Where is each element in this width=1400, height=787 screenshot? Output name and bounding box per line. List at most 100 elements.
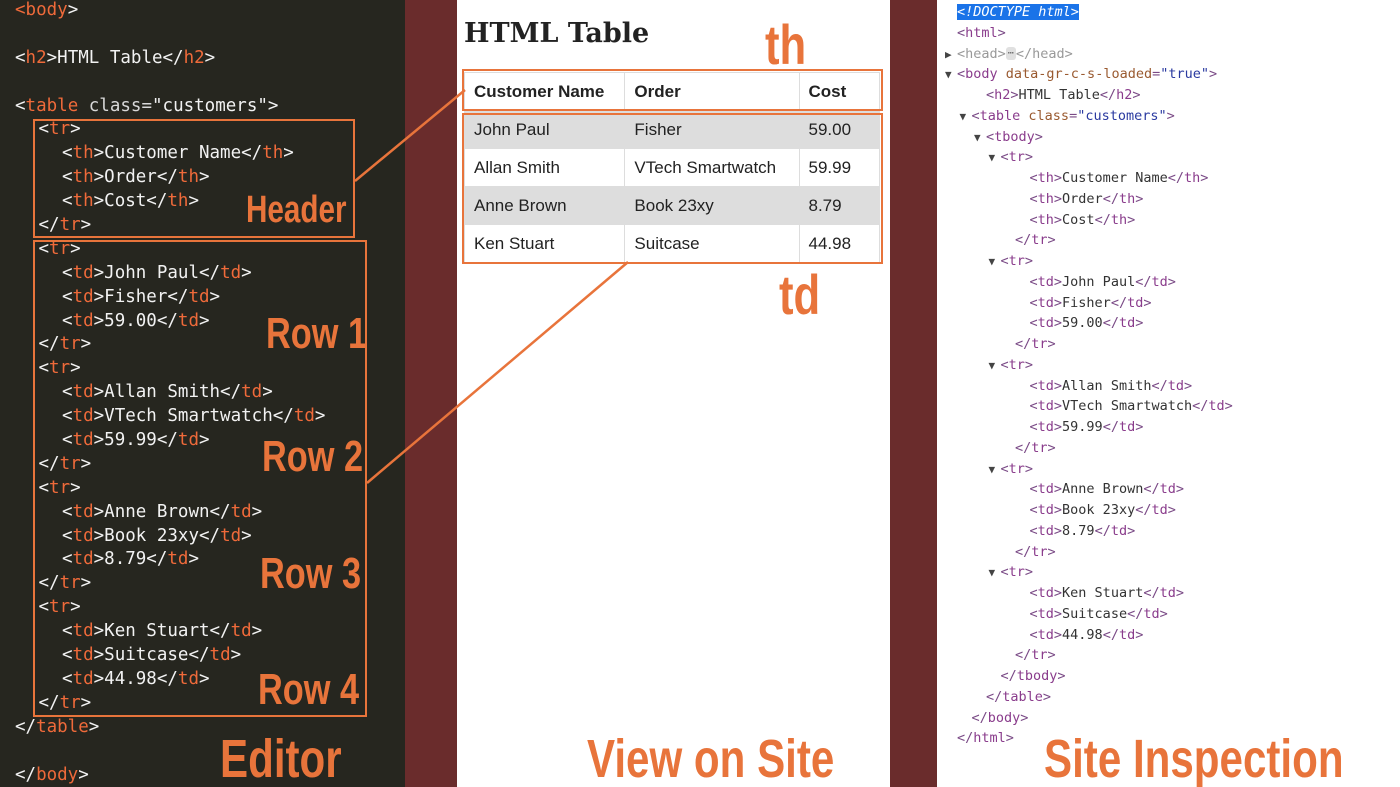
row2-label: Row 2 — [262, 432, 364, 481]
dom-token: tr — [1008, 253, 1025, 269]
dom-node-line[interactable]: ▶ <head> ⋯ </head> — [937, 44, 1400, 65]
dom-node-line[interactable]: <td>Suitcase</td> — [937, 604, 1400, 625]
dom-node-line[interactable]: </tr> — [937, 334, 1400, 355]
dom-node-line[interactable]: <html> — [937, 23, 1400, 44]
dom-node-line[interactable]: </body> — [937, 708, 1400, 729]
dom-token: = — [1069, 107, 1078, 124]
dom-node-line[interactable]: <h2>HTML Table</h2> — [937, 85, 1400, 106]
dom-node-line[interactable]: <th>Order</th> — [937, 189, 1400, 210]
ellipsis-icon[interactable]: ⋯ — [1005, 47, 1016, 60]
collapse-arrow-icon[interactable]: ▼ — [945, 65, 957, 86]
dom-node-line[interactable]: </tr> — [937, 230, 1400, 251]
node-text: <td>Ken Stuart</td> — [1030, 585, 1185, 601]
dom-node-line[interactable]: <th>Customer Name</th> — [937, 168, 1400, 189]
dom-node-line[interactable]: ▼ <tr> — [937, 251, 1400, 272]
code-line: <body> — [0, 0, 405, 23]
dom-node-line[interactable]: <!DOCTYPE html> — [937, 2, 1400, 23]
node-text: <th>Customer Name</th> — [1030, 170, 1209, 186]
dom-node-line[interactable]: <td>44.98</td> — [937, 625, 1400, 646]
dom-token: 44.98 — [1062, 626, 1103, 643]
dom-token: > — [1209, 66, 1218, 83]
dom-token: th — [1037, 211, 1054, 228]
dom-node-line[interactable]: ▼ <table class="customers"> — [937, 106, 1400, 127]
dom-token: </ — [1102, 315, 1119, 332]
expand-arrow-icon[interactable]: ▶ — [945, 45, 957, 66]
editor-panel: <body> <h2>HTML Table</h2> <table class="c… — [0, 0, 405, 787]
dom-node-line[interactable]: <td>8.79</td> — [937, 521, 1400, 542]
dom-node-line[interactable]: <td>Ken Stuart</td> — [937, 583, 1400, 604]
dom-token: 59.00 — [1062, 315, 1103, 332]
dom-token: h2 — [1116, 87, 1133, 103]
dom-token: </ — [1192, 398, 1209, 415]
dom-token: < — [1029, 273, 1038, 290]
dom-node-line[interactable]: </table> — [937, 687, 1400, 708]
collapse-arrow-icon[interactable]: ▼ — [989, 356, 1001, 377]
dom-node-line[interactable]: <td>VTech Smartwatch</td> — [937, 396, 1400, 417]
dom-node-line[interactable]: ▼ <tr> — [937, 147, 1400, 168]
dom-node-line[interactable]: </tbody> — [937, 666, 1400, 687]
dom-token: < — [1000, 564, 1009, 581]
dom-node-line[interactable]: </tr> — [937, 542, 1400, 563]
node-text: <tr> — [1001, 357, 1034, 373]
dom-token: > — [1135, 626, 1144, 643]
dom-token: body — [965, 66, 998, 83]
dom-token: Allan Smith — [1062, 377, 1152, 394]
dom-token: > — [1020, 709, 1029, 726]
collapse-arrow-icon[interactable]: ▼ — [989, 148, 1001, 169]
dom-token: < — [1029, 211, 1038, 228]
selected-node: <!DOCTYPE html> — [957, 4, 1079, 20]
code-token: table — [36, 716, 89, 737]
dom-token: > — [1010, 87, 1019, 103]
dom-token: </ — [1094, 211, 1111, 228]
dom-node-line[interactable]: <td>59.00</td> — [937, 313, 1400, 334]
dom-token: < — [1000, 356, 1009, 373]
dom-token: </ — [986, 688, 1003, 705]
collapse-arrow-icon[interactable]: ▼ — [989, 460, 1001, 481]
dom-node-line[interactable]: </tr> — [937, 438, 1400, 459]
node-text: </body> — [972, 710, 1029, 726]
dom-node-line[interactable]: ▼ <body data-gr-c-s-loaded="true"> — [937, 64, 1400, 85]
dom-token: </ — [1143, 585, 1160, 601]
dom-token: th — [1118, 190, 1136, 207]
dom-token: > — [1135, 419, 1144, 435]
dom-token: < — [1029, 170, 1038, 186]
dom-node-line[interactable]: ▼ <tr> — [937, 459, 1400, 480]
dom-node-line[interactable]: ▼ <tbody> — [937, 127, 1400, 148]
collapse-arrow-icon[interactable]: ▼ — [974, 128, 986, 149]
dom-token: > — [1024, 564, 1034, 581]
dom-node-line[interactable]: ▼ <tr> — [937, 562, 1400, 583]
dom-tree[interactable]: <!DOCTYPE html> <html> ▶ <head> ⋯ </head> ▼ <bo… — [937, 2, 1400, 749]
dom-node-line[interactable]: <td>59.99</td> — [937, 417, 1400, 438]
dom-node-line[interactable]: ▼ <tr> — [937, 355, 1400, 376]
dom-token: td — [1167, 377, 1184, 394]
dom-node-line[interactable]: <th>Cost</th> — [937, 210, 1400, 231]
dom-token: > — [1166, 107, 1175, 124]
dom-token: < — [1000, 460, 1009, 477]
dom-token: td — [1118, 315, 1136, 332]
dom-token: </ — [1015, 439, 1032, 456]
dom-token: > — [1175, 585, 1184, 601]
dom-token: < — [971, 107, 980, 124]
dom-token: Fisher — [1062, 294, 1111, 311]
dom-node-line[interactable]: <td>Allan Smith</td> — [937, 376, 1400, 397]
dom-token: > — [1127, 522, 1136, 539]
dom-node-line[interactable]: <td>Fisher</td> — [937, 293, 1400, 314]
dom-token: Cost — [1062, 211, 1095, 228]
dom-token: </ — [1127, 605, 1144, 622]
collapse-arrow-icon[interactable]: ▼ — [989, 563, 1001, 584]
dom-node-line[interactable]: <td>Anne Brown</td> — [937, 479, 1400, 500]
dom-token: > — [1053, 190, 1063, 207]
dom-token: > — [1005, 730, 1014, 747]
collapse-arrow-icon[interactable]: ▼ — [989, 252, 1001, 273]
collapse-arrow-icon[interactable]: ▼ — [960, 107, 972, 128]
dom-token: td — [1037, 294, 1054, 311]
code-token: table — [25, 95, 79, 116]
dom-node-line[interactable]: <td>John Paul</td> — [937, 272, 1400, 293]
dom-token: > — [1047, 336, 1056, 352]
code-line: <h2>HTML Table</h2> — [0, 47, 405, 71]
dom-token: td — [1037, 605, 1054, 622]
dom-node-line[interactable]: <td>Book 23xy</td> — [937, 500, 1400, 521]
dom-node-line[interactable]: </tr> — [937, 645, 1400, 666]
dom-token: HTML Table — [1018, 87, 1100, 103]
